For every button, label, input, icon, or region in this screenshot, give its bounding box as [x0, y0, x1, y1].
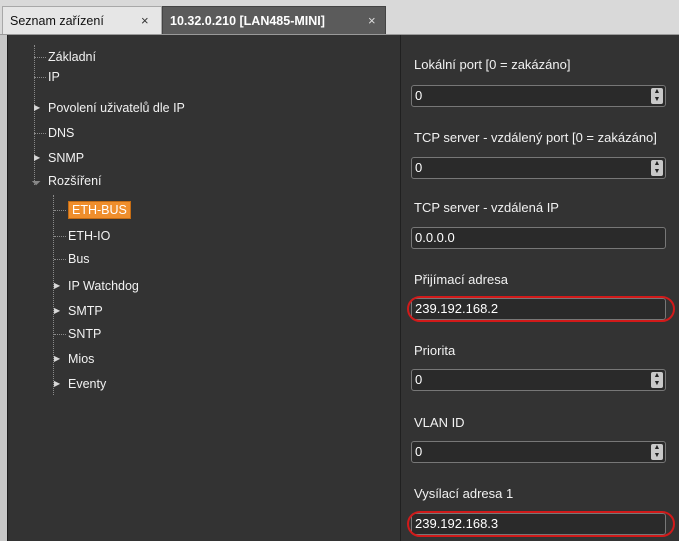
priority-value: 0: [415, 372, 423, 387]
vlan-id-value: 0: [415, 444, 423, 459]
tree-item-smtp[interactable]: ▶ SMTP: [54, 301, 103, 321]
property-panel: Lokální port [0 = zakázáno] 0 ▲ ▼ TCP ser…: [401, 35, 679, 541]
tree-item-label: Základní: [48, 50, 96, 64]
spinner-updown-icon[interactable]: ▲ ▼: [651, 88, 663, 104]
tree-item-label: SNTP: [68, 327, 102, 341]
local-port-input[interactable]: 0 ▲ ▼: [411, 85, 666, 107]
tree-item-label: IP Watchdog: [68, 279, 139, 293]
tree-item-eth-bus[interactable]: ETH-BUS: [54, 200, 131, 220]
vlan-id-label: VLAN ID: [414, 415, 465, 430]
tree-item-zakladni[interactable]: Základní: [34, 47, 96, 67]
tree-item-rozsireni[interactable]: ◢ Rozšíření: [31, 171, 102, 191]
tab-device-config[interactable]: 10.32.0.210 [LAN485-MINI] ×: [162, 6, 386, 34]
tree-item-label: Rozšíření: [48, 174, 102, 188]
highlight-ring: [407, 296, 675, 322]
tree-item-eventy[interactable]: ▶ Eventy: [54, 374, 107, 394]
tcp-remote-port-value: 0: [415, 160, 423, 175]
tab-device-config-label: 10.32.0.210 [LAN485-MINI]: [170, 14, 325, 28]
tree-item-label: Eventy: [68, 377, 107, 391]
tab-device-config-close-icon[interactable]: ×: [368, 7, 376, 35]
receive-address-label: Přijímací adresa: [414, 272, 508, 287]
spinner-updown-icon[interactable]: ▲ ▼: [651, 444, 663, 460]
tree-item-dns[interactable]: DNS: [33, 123, 75, 143]
spinner-updown-icon[interactable]: ▲ ▼: [651, 160, 663, 176]
tree-item-eth-io[interactable]: ETH-IO: [53, 226, 111, 246]
priority-input[interactable]: 0 ▲ ▼: [411, 369, 666, 391]
expand-arrow-icon[interactable]: ▶: [54, 276, 60, 296]
highlight-ring: [407, 511, 675, 537]
expand-arrow-icon[interactable]: ▶: [54, 374, 60, 394]
tcp-remote-ip-label: TCP server - vzdálená IP: [414, 200, 559, 215]
collapse-arrow-icon[interactable]: ◢: [27, 172, 45, 190]
tree-item-snmp[interactable]: ▶ SNMP: [34, 148, 85, 168]
tree-item-label: Bus: [68, 252, 90, 266]
send-address-1-label: Vysílací adresa 1: [414, 486, 514, 501]
tree-item-ip-watchdog[interactable]: ▶ IP Watchdog: [54, 276, 139, 296]
tree-item-ip[interactable]: IP: [34, 67, 60, 87]
tree-item-label: ETH-BUS: [68, 201, 131, 219]
expand-arrow-icon[interactable]: ▶: [54, 349, 60, 369]
spinner-updown-icon[interactable]: ▲ ▼: [651, 372, 663, 388]
tab-device-list[interactable]: Seznam zařízení ×: [2, 6, 162, 34]
tree-item-bus[interactable]: Bus: [54, 249, 90, 269]
expand-arrow-icon[interactable]: ▶: [34, 98, 40, 118]
tcp-remote-port-input[interactable]: 0 ▲ ▼: [411, 157, 666, 179]
local-port-value: 0: [415, 88, 423, 103]
tcp-remote-ip-input[interactable]: 0.0.0.0: [411, 227, 666, 249]
tree-item-label: Mios: [68, 352, 95, 366]
local-port-label: Lokální port [0 = zakázáno]: [414, 57, 571, 72]
priority-label: Priorita: [414, 343, 456, 358]
tree-item-label: SMTP: [68, 304, 103, 318]
tree-item-sntp[interactable]: SNTP: [53, 324, 102, 344]
tcp-remote-ip-value: 0.0.0.0: [415, 230, 455, 245]
tcp-remote-port-label: TCP server - vzdálený port [0 = zakázáno…: [414, 130, 657, 145]
expand-arrow-icon[interactable]: ▶: [34, 148, 40, 168]
tab-device-list-close-icon[interactable]: ×: [141, 7, 149, 35]
tab-device-list-label: Seznam zařízení: [10, 14, 104, 28]
tree-item-label: Povolení uživatelů dle IP: [48, 101, 185, 115]
tree-item-mios[interactable]: ▶ Mios: [54, 349, 95, 369]
tree-item-povoleni[interactable]: ▶ Povolení uživatelů dle IP: [34, 98, 185, 118]
tree-item-label: IP: [48, 70, 60, 84]
tab-bar: Seznam zařízení × 10.32.0.210 [LAN485-MI…: [0, 0, 679, 35]
settings-tree: Základní IP ▶ Povolení uživatelů dle IP …: [8, 35, 401, 541]
expand-arrow-icon[interactable]: ▶: [54, 301, 60, 321]
main-panel: Základní IP ▶ Povolení uživatelů dle IP …: [7, 35, 679, 541]
vlan-id-input[interactable]: 0 ▲ ▼: [411, 441, 666, 463]
tree-item-label: ETH-IO: [68, 229, 111, 243]
tree-item-label: DNS: [48, 126, 75, 140]
tree-item-label: SNMP: [48, 151, 85, 165]
